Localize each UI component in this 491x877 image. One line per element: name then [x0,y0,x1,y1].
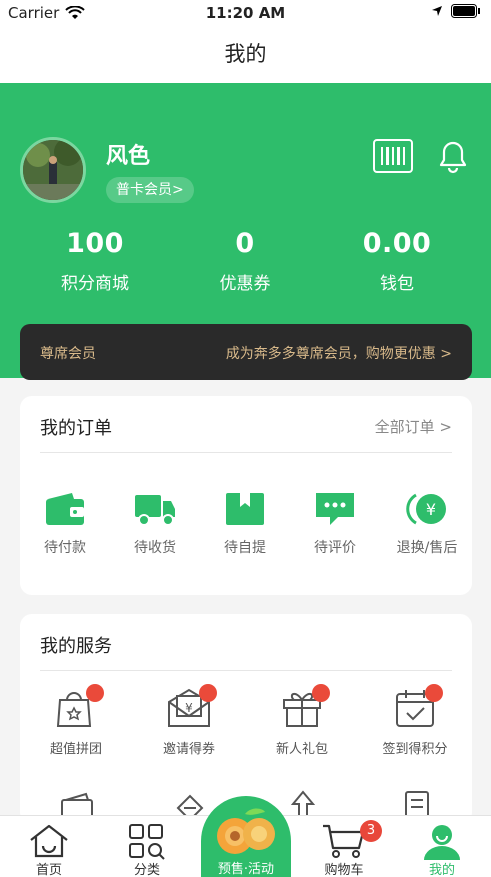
location-arrow-icon [432,6,442,16]
order-pending-receipt[interactable]: 待收货 [110,491,200,557]
orders-card: 我的订单 全部订单 > 待付款 待收货 待自提 待评价 ¥ 退换/售后 [20,396,472,595]
wallet-icon [46,493,84,525]
truck-icon [135,495,175,526]
battery-icon [451,4,480,18]
comment-icon [316,493,354,525]
hot-badge-icon [199,684,217,702]
avatar[interactable] [20,137,86,203]
all-orders-link[interactable]: 全部订单 > [375,416,452,437]
order-self-pickup[interactable]: 待自提 [200,491,290,557]
coupons-stat[interactable]: 0 优惠券 [170,228,320,294]
services-title: 我的服务 [40,636,112,657]
vip-banner[interactable]: 尊席会员 成为奔多多尊席会员，购物更优惠 > [20,324,472,380]
presale-fruit-icon [217,808,275,854]
category-icon [129,824,165,860]
cart-badge: 3 [360,820,382,842]
profile-header: 风色 普卡会员> 100 积分商城 0 优惠券 0.00 钱包 尊席会员 成为奔… [0,83,491,380]
home-icon [30,824,68,858]
coupons-value: 0 [235,228,255,259]
status-bar: Carrier 11:20 AM [0,0,491,26]
profile-icon [424,825,460,860]
service-newbie-gift[interactable]: 新人礼包 [246,684,358,757]
status-right [431,4,481,18]
vip-promo: 成为奔多多尊席会员，购物更优惠 > [225,346,452,362]
points-label: 积分商城 [61,274,129,294]
username: 风色 [106,144,151,169]
clock: 11:20 AM [205,4,286,22]
divider [40,670,452,671]
vip-title: 尊席会员 [40,346,96,362]
service-invite-coupon[interactable]: ¥ 邀请得券 [133,684,245,757]
divider [40,452,452,453]
tab-presale[interactable]: 预售·活动 [201,796,291,877]
order-pending-review[interactable]: 待评价 [290,491,380,557]
tab-profile[interactable]: 我的 [393,816,491,877]
orders-title: 我的订单 [40,418,112,439]
points-stat[interactable]: 100 积分商城 [20,228,170,294]
service-check-in[interactable]: 签到得积分 [359,684,471,757]
tab-category[interactable]: 分类 [98,816,196,877]
wallet-stat[interactable]: 0.00 钱包 [322,228,472,294]
wallet-value: 0.00 [362,228,432,259]
hot-badge-icon [425,684,443,702]
coupons-label: 优惠券 [219,274,271,294]
hot-badge-icon [312,684,330,702]
hot-badge-icon [86,684,104,702]
service-group-buy[interactable]: 超值拼团 [20,684,132,757]
tab-home[interactable]: 首页 [0,816,98,877]
svg-text:¥: ¥ [426,500,436,519]
page-title: 我的 [0,26,491,83]
order-refund[interactable]: ¥ 退换/售后 [382,491,472,557]
order-pending-payment[interactable]: 待付款 [20,491,110,557]
bell-icon[interactable] [433,135,473,175]
points-value: 100 [66,228,124,259]
wallet-label: 钱包 [380,274,414,294]
services-card: 我的服务 超值拼团 ¥ 邀请得券 新人礼包 签到得积分 [20,614,472,824]
box-icon [226,493,264,525]
barcode-icon[interactable] [373,139,413,173]
member-level-tag[interactable]: 普卡会员> [106,177,194,203]
refund-icon: ¥ [406,493,446,525]
avatar-photo [23,140,83,200]
